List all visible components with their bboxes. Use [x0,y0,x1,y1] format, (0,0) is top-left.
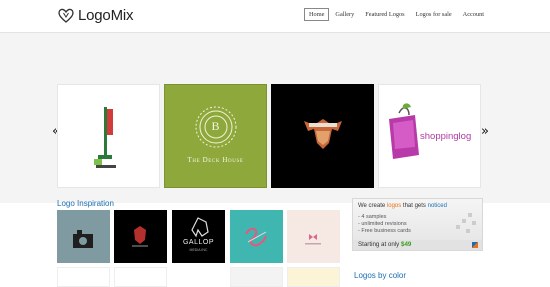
deck-house-name: The Deck House [187,156,244,164]
site-logo[interactable]: LogoMix [57,4,133,26]
gallop-subtext: MEDIA INC [189,248,208,252]
golf-logo-image [94,107,116,168]
inspiration-thumb[interactable] [57,210,110,263]
crest-logo-image [132,226,148,247]
nav-gallery[interactable]: Gallery [330,8,359,21]
shoppinglog-text: shoppinglog [420,131,472,142]
camera-logo-image [73,230,93,248]
carousel-next-button[interactable]: » [481,124,489,139]
inspiration-thumb[interactable] [114,210,167,263]
nav-featured-logos[interactable]: Featured Logos [360,8,409,21]
logo-heart-icon [58,8,74,23]
brand-name: LogoMix [78,6,134,24]
inspiration-thumb[interactable] [230,267,283,287]
promo-decoration-graphic [456,213,476,233]
inspiration-thumb[interactable] [114,267,167,287]
bow-logo-image [305,234,321,245]
bull-logo-image [304,119,342,149]
promo-feature-item: - Free business cards [358,228,411,234]
carousel-slide[interactable]: B The Deck House [164,84,267,188]
nav-account[interactable]: Account [458,8,489,21]
nav-home[interactable]: Home [304,8,330,21]
promo-mid: that gets [401,203,428,209]
carousel-slide[interactable]: shoppinglog [378,84,481,188]
gallop-text: GALLOP [182,239,214,246]
horse-logo-image [191,217,209,238]
inspiration-thumb[interactable] [230,210,283,263]
nav-logos-for-sale[interactable]: Logos for sale [411,8,457,21]
promo-feature-item: - unlimited revisions [358,221,407,227]
logos-by-color-title: Logos by color [354,271,407,280]
inspiration-thumb[interactable] [287,267,340,287]
promo-prefix: We create [358,203,387,209]
site-header: LogoMix Home Gallery Featured Logos Logo… [0,0,550,33]
promo-banner[interactable]: We create logos that gets noticed - 4 sa… [352,198,483,251]
promo-badge-icon [472,242,478,248]
promo-word-logos: logos [386,203,402,209]
promo-features: - 4 samples - unlimited revisions - Free… [358,214,411,235]
promo-headline: We create logos that gets noticed [358,203,447,209]
promo-feature-item: - 4 samples [358,214,387,220]
deck-house-emblem [195,106,237,148]
carousel-slide[interactable] [57,84,160,188]
deck-house-letter: B [211,119,220,133]
inspiration-thumb[interactable] [57,267,110,287]
inspiration-thumb[interactable]: GALLOP MEDIA INC [172,210,225,263]
promo-price-prefix: Starting at only [358,241,401,248]
carousel-slide[interactable] [271,84,374,188]
promo-price-bar: Starting at only $49 [353,240,482,250]
logo-inspiration-title: Logo Inspiration [57,199,114,208]
main-nav: Home Gallery Featured Logos Logos for sa… [304,8,490,21]
script-logo-image [245,227,267,247]
inspiration-thumb[interactable] [287,210,340,263]
promo-price: $49 [401,241,412,248]
